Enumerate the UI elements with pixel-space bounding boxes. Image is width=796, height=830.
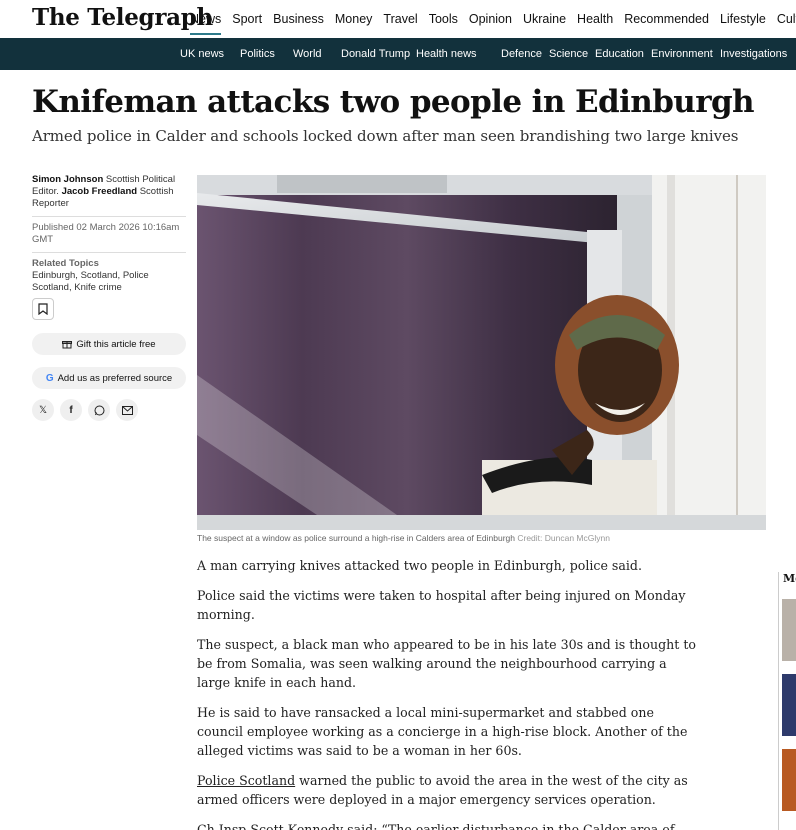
nav-money[interactable]: Money	[335, 12, 373, 26]
google-icon: G	[45, 372, 54, 384]
preferred-source-label: Add us as preferred source	[57, 372, 173, 384]
main-nav: News Sport Business Money Travel Tools O…	[190, 0, 796, 38]
nav-sport[interactable]: Sport	[232, 12, 262, 26]
sidebar-thumbnail[interactable]	[782, 599, 796, 661]
subnav-science[interactable]: Science	[549, 48, 595, 60]
email-icon	[121, 405, 133, 415]
telegraph-logo[interactable]: The Telegraph	[32, 4, 213, 31]
caption-text: The suspect at a window as police surrou…	[197, 533, 515, 543]
related-topics-title: Related Topics	[32, 258, 99, 269]
subnav-donald-trump[interactable]: Donald Trump	[341, 48, 416, 60]
article-paragraph: He is said to have ransacked a local min…	[197, 705, 688, 758]
subnav-politics[interactable]: Politics	[240, 48, 293, 60]
sidebar-thumbnail[interactable]	[782, 674, 796, 736]
image-caption: The suspect at a window as police surrou…	[197, 533, 610, 543]
article-meta: Simon Johnson Scottish Political Editor.…	[32, 174, 186, 294]
nav-lifestyle[interactable]: Lifestyle	[720, 12, 766, 26]
image-credit: Credit: Duncan McGlynn	[517, 533, 610, 543]
police-scotland-link[interactable]: Police Scotland	[197, 773, 295, 788]
article-headline: Knifeman attacks two people in Edinburgh	[32, 84, 755, 120]
share-whatsapp-button[interactable]	[88, 399, 110, 421]
article-paragraph: A man carrying knives attacked two peopl…	[197, 558, 642, 573]
sidebar-divider	[778, 572, 779, 830]
subnav-health-news[interactable]: Health news	[416, 48, 501, 60]
subnav-defence[interactable]: Defence	[501, 48, 549, 60]
subnav-environment[interactable]: Environment	[651, 48, 720, 60]
article-paragraph: Ch Insp Scott Kennedy said: “The earlier…	[197, 822, 675, 830]
subnav-education[interactable]: Education	[595, 48, 651, 60]
subnav-investigations[interactable]: Investigations	[720, 48, 796, 60]
nav-business[interactable]: Business	[273, 12, 324, 26]
preferred-source-button[interactable]: G Add us as preferred source	[32, 367, 186, 389]
nav-culture[interactable]: Culture	[777, 12, 796, 26]
published-date: Published 02 March 2026 10:16am GMT	[32, 222, 180, 245]
share-buttons: 𝕏 f	[32, 399, 138, 421]
related-topics-links[interactable]: Edinburgh, Scotland, Police Scotland, Kn…	[32, 270, 186, 294]
subnav-world[interactable]: World	[293, 48, 341, 60]
article-paragraph: The suspect, a black man who appeared to…	[197, 637, 696, 690]
share-email-button[interactable]	[116, 399, 138, 421]
nav-ukraine[interactable]: Ukraine	[523, 12, 566, 26]
author-link[interactable]: Simon Johnson	[32, 174, 103, 185]
bookmark-button[interactable]	[32, 298, 54, 320]
nav-travel[interactable]: Travel	[383, 12, 417, 26]
whatsapp-icon	[94, 405, 104, 415]
article-main-image[interactable]	[197, 175, 766, 530]
share-facebook-button[interactable]: f	[60, 399, 82, 421]
gift-article-label: Gift this article free	[76, 338, 156, 350]
article-body: A man carrying knives attacked two peopl…	[197, 556, 697, 830]
section-nav: UK news Politics World Donald Trump Heal…	[0, 38, 796, 70]
nav-news[interactable]: News	[190, 12, 222, 35]
x-icon: 𝕏	[38, 404, 48, 416]
nav-opinion[interactable]: Opinion	[469, 12, 512, 26]
gift-icon	[62, 341, 73, 349]
article-standfirst: Armed police in Calder and schools locke…	[32, 127, 739, 145]
article-paragraph: Police Scotland warned the public to avo…	[197, 771, 697, 809]
top-header: The Telegraph News Sport Business Money …	[0, 0, 796, 38]
sidebar-title: Mo	[783, 572, 796, 585]
article-paragraph: Police said the victims were taken to ho…	[197, 588, 686, 622]
share-x-button[interactable]: 𝕏	[32, 399, 54, 421]
subnav-uk-news[interactable]: UK news	[180, 48, 240, 60]
bookmark-icon	[38, 303, 48, 315]
facebook-icon: f	[69, 404, 73, 416]
author-link[interactable]: Jacob Freedland	[62, 186, 138, 197]
nav-recommended[interactable]: Recommended	[624, 12, 709, 26]
gift-article-button[interactable]: Gift this article free	[32, 333, 186, 355]
nav-health[interactable]: Health	[577, 12, 613, 26]
nav-tools[interactable]: Tools	[429, 12, 458, 26]
sidebar-thumbnail[interactable]	[782, 749, 796, 811]
byline: Simon Johnson Scottish Political Editor.…	[32, 174, 186, 210]
